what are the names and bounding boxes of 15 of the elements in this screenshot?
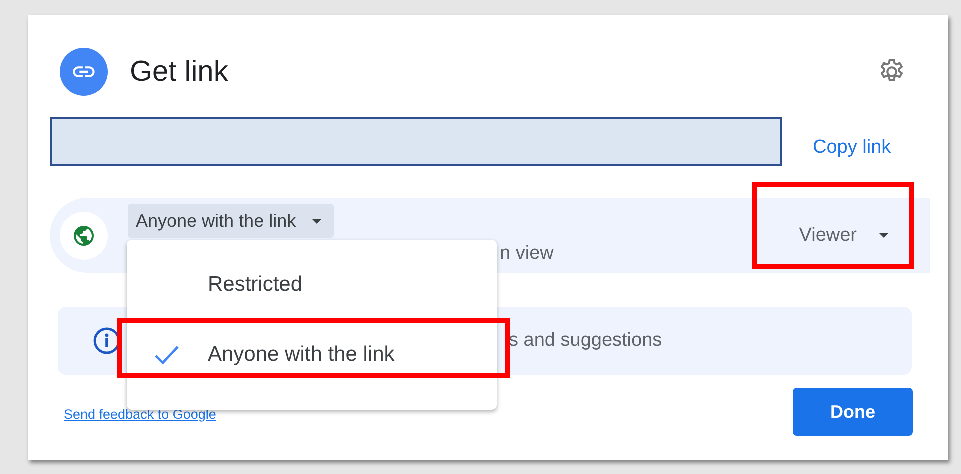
feedback-link[interactable]: Send feedback to Google xyxy=(64,407,216,422)
done-button[interactable]: Done xyxy=(793,388,913,436)
info-text: s and suggestions xyxy=(509,330,662,352)
globe-icon xyxy=(60,212,108,260)
copy-link-button[interactable]: Copy link xyxy=(807,132,898,162)
check-icon xyxy=(154,345,180,365)
access-description: n view xyxy=(500,243,554,265)
dialog-title: Get link xyxy=(130,56,230,88)
caret-icon xyxy=(879,233,889,238)
menu-item[interactable]: Restricted xyxy=(127,250,497,320)
link-field[interactable] xyxy=(50,117,782,166)
role-dropdown[interactable]: Viewer xyxy=(793,198,895,273)
access-scope-dropdown[interactable]: Anyone with the link xyxy=(128,204,334,238)
caret-icon xyxy=(312,218,322,224)
link-icon xyxy=(60,48,108,96)
